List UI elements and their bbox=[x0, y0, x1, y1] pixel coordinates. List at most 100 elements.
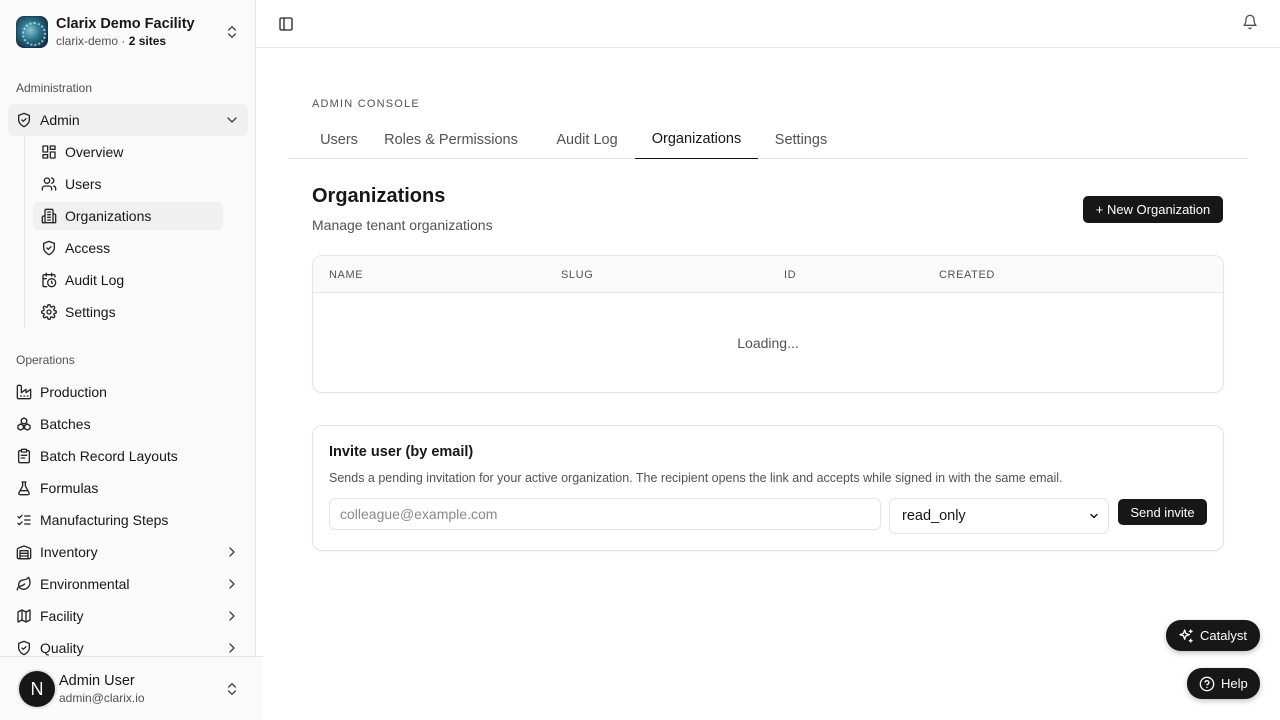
bell-icon[interactable] bbox=[1242, 14, 1258, 30]
admin-tabs: Users Roles & Permissions Audit Log Orga… bbox=[288, 120, 1248, 159]
tab-users[interactable]: Users bbox=[304, 120, 374, 159]
invite-title: Invite user (by email) bbox=[329, 444, 474, 460]
role-select[interactable]: read_only bbox=[889, 498, 1109, 534]
chevron-right-icon bbox=[229, 579, 235, 589]
loading-indicator: Loading... bbox=[737, 335, 799, 351]
chevron-right-icon bbox=[229, 643, 235, 653]
sparkles-icon bbox=[1179, 628, 1193, 643]
shield-check-icon bbox=[43, 240, 55, 256]
sidebar-item-label: Facility bbox=[40, 608, 84, 624]
sidebar-item-label: Quality bbox=[40, 640, 84, 656]
sidebar-item-audit-log[interactable]: Audit Log bbox=[33, 266, 223, 294]
sidebar-item-admin[interactable]: Admin bbox=[8, 104, 248, 136]
sidebar-item-label: Overview bbox=[65, 144, 124, 160]
org-slug: clarix-demo bbox=[56, 34, 119, 48]
invite-user-card: Invite user (by email) Sends a pending i… bbox=[312, 425, 1224, 551]
sidebar-item-batch-record-layouts[interactable]: Batch Record Layouts bbox=[8, 440, 248, 472]
sidebar-item-formulas[interactable]: Formulas bbox=[8, 472, 248, 504]
sidebar-item-label: Batches bbox=[40, 416, 91, 432]
sidebar-item-batches[interactable]: Batches bbox=[8, 408, 248, 440]
user-email: admin@clarix.io bbox=[59, 690, 145, 705]
page-title: Organizations bbox=[312, 185, 446, 207]
org-subtitle: clarix-demo · 2 sites bbox=[56, 34, 224, 48]
submenu-divider bbox=[24, 136, 25, 328]
invite-email-field[interactable] bbox=[329, 498, 881, 530]
sidebar-item-label: Settings bbox=[65, 304, 116, 320]
sidebar-item-overview[interactable]: Overview bbox=[33, 138, 223, 166]
new-organization-button[interactable]: + New Organization bbox=[1083, 196, 1223, 223]
leaf-icon bbox=[16, 576, 31, 591]
help-label: Help bbox=[1221, 676, 1248, 691]
sidebar-item-settings[interactable]: Settings bbox=[33, 298, 223, 326]
user-menu-button[interactable]: N Admin User admin@clarix.io bbox=[8, 665, 248, 713]
group-label-administration: Administration bbox=[16, 81, 93, 95]
sidebar-item-label: Formulas bbox=[40, 480, 99, 496]
column-header-name[interactable]: NAME bbox=[329, 256, 363, 293]
tab-audit-log[interactable]: Audit Log bbox=[540, 120, 634, 159]
column-header-created[interactable]: CREATED bbox=[939, 256, 995, 293]
boxes-icon bbox=[17, 417, 31, 431]
avatar: N bbox=[19, 671, 55, 707]
warehouse-icon bbox=[16, 545, 32, 560]
sidebar-item-label: Batch Record Layouts bbox=[40, 448, 178, 464]
gear-icon bbox=[41, 304, 57, 320]
sidebar-item-inventory[interactable]: Inventory bbox=[8, 536, 248, 568]
sidebar-item-manufacturing-steps[interactable]: Manufacturing Steps bbox=[8, 504, 248, 536]
page-subtitle: Manage tenant organizations bbox=[312, 217, 493, 233]
clipboard-icon bbox=[18, 448, 30, 464]
sidebar-item-environmental[interactable]: Environmental bbox=[8, 568, 248, 600]
sidebar-item-label: Audit Log bbox=[65, 272, 125, 288]
sidebar-item-users[interactable]: Users bbox=[33, 170, 223, 198]
panel-left-icon bbox=[279, 17, 293, 31]
column-header-slug[interactable]: SLUG bbox=[561, 256, 593, 293]
user-name: Admin User bbox=[59, 673, 135, 690]
sidebar-item-label: Production bbox=[40, 384, 107, 400]
section-label: ADMIN CONSOLE bbox=[312, 98, 420, 110]
calendar-clock-icon bbox=[42, 272, 57, 288]
sidebar-item-facility[interactable]: Facility bbox=[8, 600, 248, 632]
column-header-id[interactable]: ID bbox=[784, 256, 796, 293]
org-logo bbox=[16, 16, 48, 48]
chevron-down-icon bbox=[227, 117, 237, 123]
tab-roles-permissions[interactable]: Roles & Permissions bbox=[374, 120, 528, 159]
role-select-value: read_only bbox=[902, 508, 966, 524]
users-icon bbox=[41, 177, 57, 191]
factory-icon bbox=[16, 384, 32, 400]
sidebar-item-production[interactable]: Production bbox=[8, 376, 248, 408]
sidebar-item-access[interactable]: Access bbox=[33, 234, 223, 262]
help-button[interactable]: Help bbox=[1187, 668, 1260, 699]
sidebar-item-organizations[interactable]: Organizations bbox=[33, 202, 223, 230]
sidebar-footer: N Admin User admin@clarix.io bbox=[0, 656, 263, 720]
sidebar-item-label: Inventory bbox=[40, 544, 98, 560]
catalyst-button[interactable]: Catalyst bbox=[1166, 620, 1260, 651]
catalyst-label: Catalyst bbox=[1200, 628, 1247, 643]
sidebar-item-label: Organizations bbox=[65, 208, 152, 224]
org-name: Clarix Demo Facility bbox=[56, 15, 195, 32]
flask-icon bbox=[18, 481, 30, 496]
top-bar bbox=[256, 0, 1280, 48]
sidebar-item-label: Users bbox=[65, 176, 102, 192]
help-circle-icon bbox=[1199, 676, 1215, 691]
sidebar-item-label: Environmental bbox=[40, 576, 130, 592]
org-separator: · bbox=[118, 34, 129, 48]
invite-description: Sends a pending invitation for your acti… bbox=[329, 471, 1063, 485]
chevrons-up-down-icon bbox=[228, 26, 236, 38]
shield-check-icon bbox=[18, 112, 30, 128]
map-icon bbox=[17, 609, 31, 623]
send-invite-button[interactable]: Send invite bbox=[1118, 499, 1207, 525]
table-header: NAME SLUG ID CREATED bbox=[313, 256, 1223, 293]
sidebar-toggle-button[interactable] bbox=[276, 12, 296, 36]
building-icon bbox=[41, 208, 57, 224]
org-sites: 2 sites bbox=[128, 34, 167, 48]
tab-settings[interactable]: Settings bbox=[766, 120, 836, 159]
chevron-down-icon bbox=[1090, 513, 1098, 519]
organizations-table: NAME SLUG ID CREATED Loading... bbox=[312, 255, 1224, 393]
shield-check-icon bbox=[18, 640, 30, 656]
org-switcher[interactable]: Clarix Demo Facility clarix-demo · 2 sit… bbox=[8, 8, 248, 56]
group-label-operations: Operations bbox=[16, 353, 75, 367]
chevrons-up-down-icon bbox=[228, 683, 236, 695]
tab-organizations[interactable]: Organizations bbox=[635, 120, 758, 159]
chevron-right-icon bbox=[229, 611, 235, 621]
list-checks-icon bbox=[17, 514, 31, 526]
sidebar-item-label: Manufacturing Steps bbox=[40, 512, 169, 528]
